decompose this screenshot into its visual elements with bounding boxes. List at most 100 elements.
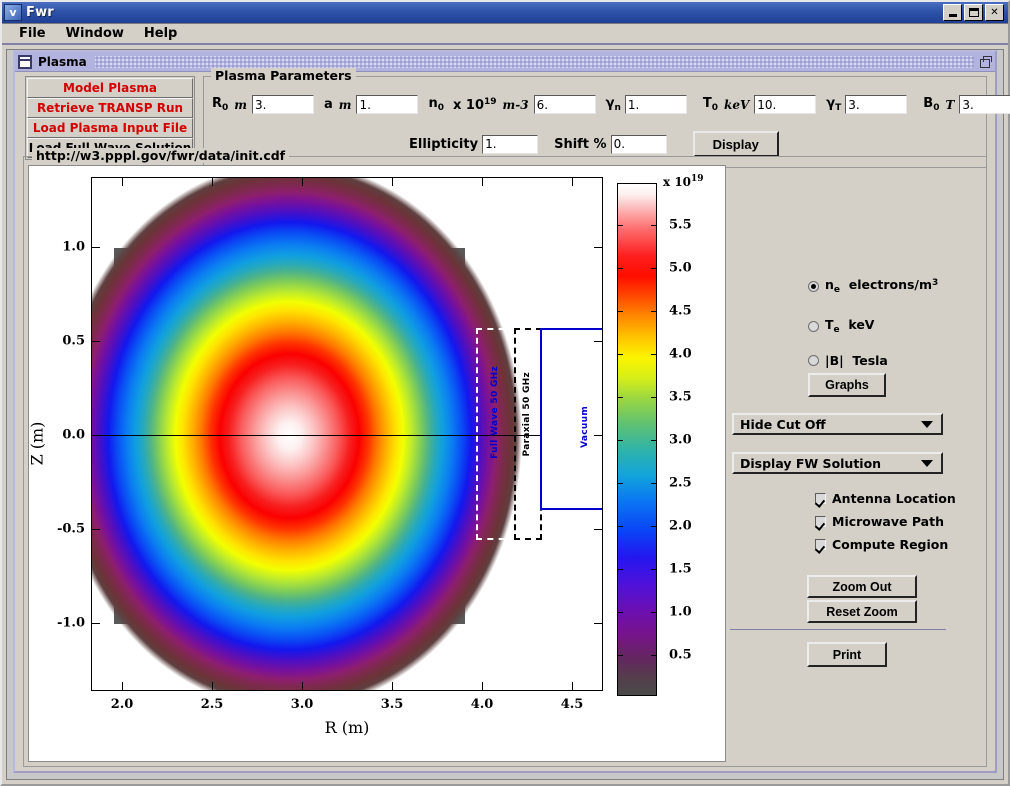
radio-b-indicator[interactable]	[808, 355, 819, 366]
xtick	[122, 682, 123, 690]
full-wave-region-label: Full Wave 50 GHz	[490, 366, 500, 459]
data-url-label: http://w3.pppl.gov/fwr/data/init.cdf	[32, 148, 290, 163]
ytick	[92, 529, 100, 530]
unit-R0: m	[234, 97, 247, 112]
ellipticity-field[interactable]	[482, 134, 539, 154]
window-buttons: ✕	[943, 4, 1006, 21]
close-button[interactable]: ✕	[985, 4, 1004, 21]
colorbar-tick-label: 4.5	[669, 303, 692, 319]
chevron-down-icon[interactable]	[921, 420, 933, 428]
radio-b-label: |B| Tesla	[825, 353, 888, 368]
plasma-density-heatmap	[92, 178, 522, 690]
ytick-label: -0.5	[56, 521, 85, 537]
load-plasma-input-file-button[interactable]: Load Plasma Input File	[27, 118, 193, 138]
label-shift: Shift %	[554, 136, 607, 152]
ytick-right	[594, 341, 602, 342]
maximize-button[interactable]	[964, 4, 983, 21]
solution-combobox[interactable]: Display FW Solution	[732, 452, 943, 474]
cbar-tick	[651, 268, 657, 269]
retrieve-transp-run-button[interactable]: Retrieve TRANSP Run	[27, 98, 193, 118]
plot-axes: Full Wave 50 GHz Paraxial 50 GHz Vacuum	[91, 177, 603, 691]
xtick-top	[122, 178, 123, 186]
n0-field[interactable]	[533, 95, 596, 114]
radio-te[interactable]: Te keV	[808, 317, 874, 335]
window-title: Fwr	[26, 5, 54, 20]
t0-field[interactable]	[754, 95, 817, 114]
checkbox-microwave-path[interactable]: Microwave Path	[815, 514, 944, 529]
radio-ne-label: ne electrons/m3	[825, 277, 939, 295]
radio-ne[interactable]: ne electrons/m3	[808, 277, 938, 295]
solution-combobox-value: Display FW Solution	[740, 455, 882, 471]
cbar-tick	[617, 397, 623, 398]
colorbar-tick-label: 1.0	[669, 604, 692, 620]
zoom-out-button[interactable]: Zoom Out	[807, 575, 917, 598]
plot-panel[interactable]: Full Wave 50 GHz Paraxial 50 GHz Vacuum	[28, 165, 726, 762]
label-a: a	[323, 97, 333, 112]
window-menu-icon[interactable]: v	[4, 4, 22, 21]
xtick-label: 2.0	[110, 697, 134, 712]
controls-separator	[730, 629, 946, 630]
print-button[interactable]: Print	[807, 642, 887, 667]
cbar-tick	[651, 526, 657, 527]
gamma-t-field[interactable]	[845, 95, 908, 114]
colorbar-tick-label: 2.5	[669, 475, 692, 491]
xtick	[302, 682, 303, 690]
checkbox-compute-region-label: Compute Region	[832, 537, 949, 552]
radio-ne-indicator[interactable]	[808, 280, 819, 292]
colorbar-tick-label: 4.0	[669, 346, 692, 362]
cbar-tick	[617, 268, 623, 269]
restore-icon[interactable]	[978, 55, 992, 69]
unit-n0-m3: m-3	[502, 97, 529, 112]
chevron-down-icon[interactable]	[921, 459, 933, 467]
xtick-label: 3.5	[380, 697, 404, 712]
ytick-label: 1.0	[62, 239, 85, 255]
computational-domain-fill	[92, 178, 522, 690]
desktop-pane: Plasma Model Plasma Retrieve TRANSP Run …	[6, 49, 1010, 780]
internal-frame-titlebar[interactable]: Plasma	[15, 52, 995, 72]
checkbox-antenna-location[interactable]: Antenna Location	[815, 491, 956, 506]
ytick	[92, 341, 100, 342]
minimize-button[interactable]	[943, 4, 962, 21]
parameter-row-secondary: Ellipticity Shift % Display	[409, 131, 779, 157]
cbar-tick	[617, 526, 623, 527]
window-titlebar[interactable]: v Fwr ✕	[2, 2, 1008, 24]
reset-zoom-button[interactable]: Reset Zoom	[807, 600, 917, 623]
cbar-tick	[651, 612, 657, 613]
xtick	[392, 682, 393, 690]
cbar-tick	[617, 225, 623, 226]
cutoff-combobox[interactable]: Hide Cut Off	[732, 413, 943, 435]
minor-radius-field[interactable]	[356, 95, 419, 114]
r0-field[interactable]	[251, 95, 314, 114]
xtick-top	[302, 178, 303, 186]
radio-te-indicator[interactable]	[808, 320, 819, 332]
xtick-label: 4.0	[470, 697, 494, 712]
graphs-button[interactable]: Graphs	[808, 373, 886, 397]
menu-file[interactable]: File	[10, 25, 55, 42]
application-window: v Fwr ✕ File Window Help Plasma Model Pl…	[0, 0, 1010, 786]
radio-b[interactable]: |B| Tesla	[808, 353, 888, 368]
menu-help[interactable]: Help	[135, 25, 186, 42]
plasma-parameters-legend: Plasma Parameters	[211, 68, 356, 83]
checkbox-antenna-location-box[interactable]	[815, 493, 826, 504]
shift-field[interactable]	[610, 134, 667, 154]
cbar-tick	[651, 225, 657, 226]
plasma-internal-frame: Plasma Model Plasma Retrieve TRANSP Run …	[13, 50, 1010, 773]
model-plasma-button[interactable]: Model Plasma	[27, 78, 193, 98]
colorbar-tick-label: 0.5	[669, 647, 692, 663]
checkbox-compute-region-box[interactable]	[815, 539, 826, 550]
gamma-n-field[interactable]	[624, 95, 687, 114]
checkbox-microwave-path-box[interactable]	[815, 516, 826, 527]
unit-n0: x 1019	[453, 96, 497, 113]
ytick-right	[594, 247, 602, 248]
label-T0: T0	[702, 96, 719, 113]
y-axis-title: Z (m)	[27, 421, 47, 466]
checkbox-compute-region[interactable]: Compute Region	[815, 537, 948, 552]
display-button[interactable]: Display	[692, 131, 779, 157]
menu-window[interactable]: Window	[57, 25, 133, 42]
unit-B0: T	[945, 97, 955, 112]
ytick-label: -1.0	[56, 615, 85, 631]
label-gamma-T: γT	[826, 96, 842, 113]
xtick-top	[392, 178, 393, 186]
ytick	[92, 623, 100, 624]
b0-field[interactable]	[959, 95, 1010, 114]
